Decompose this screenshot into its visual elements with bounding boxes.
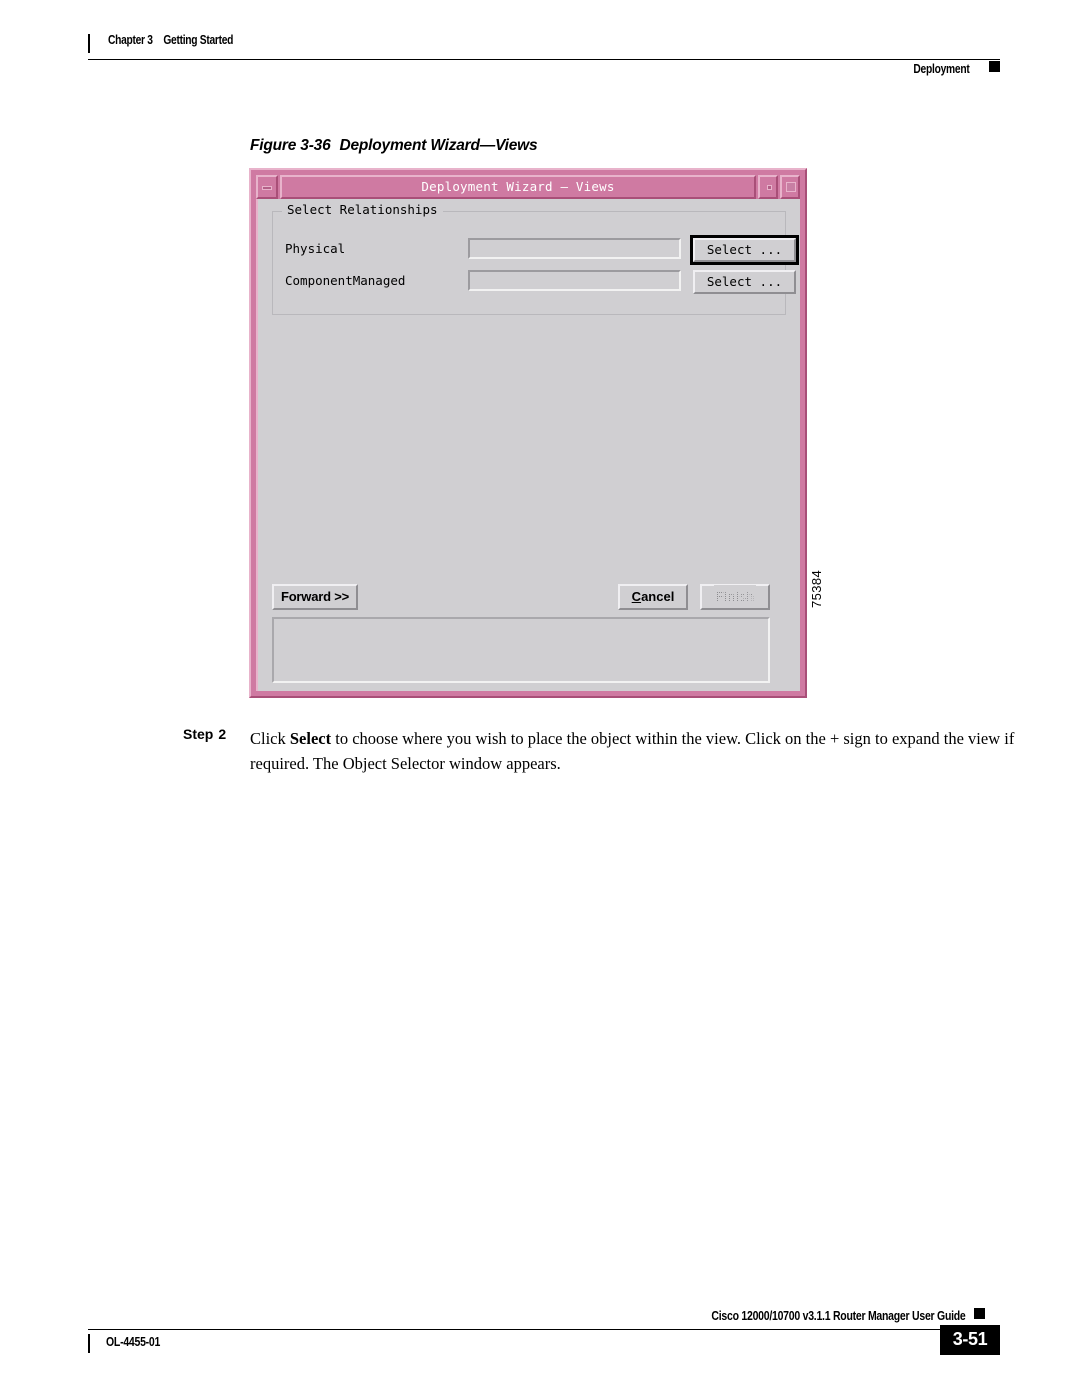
footer-square-marker (974, 1308, 985, 1319)
footer-rule (88, 1329, 1000, 1331)
footer-tick-mark (88, 1334, 90, 1353)
step-label-word: Step (183, 726, 214, 742)
window-titlebar: Deployment Wizard — Views (256, 175, 800, 199)
step-label: Step 2 (183, 726, 226, 742)
finish-button[interactable]: Finish (700, 584, 770, 610)
componentmanaged-label: ComponentManaged (285, 273, 406, 288)
cancel-button[interactable]: Cancel (618, 584, 688, 610)
footer-guide-title: Cisco 12000/10700 v3.1.1 Router Manager … (711, 1309, 966, 1323)
output-textarea[interactable] (272, 617, 770, 683)
componentmanaged-select-button[interactable]: Select ... (693, 270, 796, 294)
finish-button-label: Finish (713, 585, 757, 608)
step-text: Click Select to choose where you wish to… (250, 726, 1018, 776)
window-title: Deployment Wizard — Views (280, 175, 756, 199)
page-number-box: 3-51 (940, 1325, 1000, 1355)
header-section: Deployment (913, 62, 970, 76)
figure-caption-title: Deployment Wizard—Views (339, 137, 538, 154)
header-chapter-number: Chapter 3 (108, 33, 153, 47)
forward-button[interactable]: Forward >> (272, 584, 358, 610)
deployment-wizard-window: Deployment Wizard — Views Select Relatio… (249, 168, 807, 698)
page-footer: Cisco 12000/10700 v3.1.1 Router Manager … (88, 1308, 1000, 1364)
figure-image: Deployment Wizard — Views Select Relatio… (249, 168, 837, 708)
step-number: 2 (218, 726, 227, 742)
header-chapter: Chapter 3 Getting Started (108, 33, 233, 47)
physical-input[interactable] (468, 238, 681, 259)
field-row-physical: Physical Select ... (285, 235, 799, 265)
physical-label: Physical (285, 241, 346, 256)
figure-caption-number: Figure 3-36 (250, 137, 331, 154)
step-text-part2: to choose where you wish to place the ob… (250, 729, 1015, 773)
figure-id-number: 75384 (809, 569, 824, 608)
header-chapter-title: Getting Started (163, 33, 234, 47)
componentmanaged-input[interactable] (468, 270, 681, 291)
physical-select-button[interactable]: Select ... (690, 235, 799, 265)
minimize-icon[interactable] (758, 175, 778, 199)
cancel-button-label: ancel (641, 589, 675, 604)
header-square-marker (989, 61, 1000, 72)
maximize-icon[interactable] (780, 175, 800, 199)
cancel-button-mnemonic: C (631, 589, 642, 604)
field-row-componentmanaged: ComponentManaged Select ... (285, 270, 796, 294)
header-tick-mark (88, 34, 90, 53)
footer-doc-id: OL-4455-01 (106, 1335, 161, 1349)
window-client-area: Select Relationships Physical Select ...… (256, 199, 800, 691)
step-text-part1: Click (250, 729, 290, 748)
figure-caption: Figure 3-36 Deployment Wizard—Views (250, 137, 538, 155)
step-text-bold: Select (289, 729, 332, 748)
header-rule (88, 59, 1000, 61)
page-header: Chapter 3 Getting Started Deployment (88, 30, 1000, 76)
select-relationships-group: Select Relationships Physical Select ...… (272, 202, 799, 315)
window-menu-icon[interactable] (256, 175, 278, 199)
select-relationships-legend: Select Relationships (282, 202, 443, 217)
